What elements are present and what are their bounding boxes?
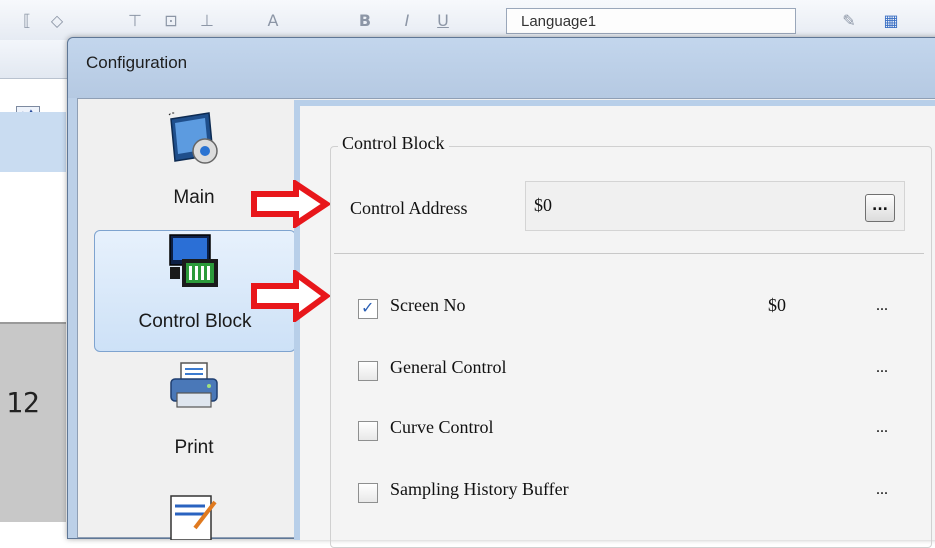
italic-icon[interactable]: I	[396, 10, 418, 32]
control-address-field[interactable]: $0	[525, 181, 905, 231]
general-control-checkbox[interactable]	[358, 361, 378, 381]
sampling-history-buffer-label: Sampling History Buffer	[390, 479, 569, 499]
option-curve-control[interactable]: Curve Control ...	[358, 415, 918, 445]
checkmark-icon: ✓	[361, 298, 375, 317]
screen-no-value: $0	[768, 295, 786, 315]
control-address-label: Control Address	[350, 198, 468, 218]
control-address-value: $0	[534, 195, 552, 215]
screen-no-checkbox[interactable]: ✓	[358, 298, 378, 319]
control-address-browse-button[interactable]: ...	[865, 194, 895, 222]
general-control-more-button[interactable]: ...	[876, 359, 888, 377]
nav-item-print[interactable]: Print	[94, 355, 294, 475]
group-title: Control Block	[338, 133, 449, 154]
bold-icon[interactable]: B	[354, 10, 376, 32]
control-block-panel: Control Block Control Address $0 ... ✓ S…	[294, 100, 935, 548]
paint-icon[interactable]: ✎	[838, 10, 860, 32]
annotation-arrow-screen-no	[250, 268, 332, 324]
align-middle-icon[interactable]: ⊡	[160, 10, 182, 32]
language-select[interactable]: Language1	[506, 8, 796, 34]
background-sidebar-header	[0, 112, 66, 173]
background-gray-panel	[0, 322, 66, 522]
font-icon[interactable]: A	[262, 10, 284, 32]
configuration-dialog: Configuration Main Control Block Print C…	[67, 37, 935, 548]
dialog-titlebar[interactable]: Configuration	[68, 38, 935, 98]
option-screen-no[interactable]: ✓ Screen No $0 ...	[358, 293, 918, 323]
option-sampling-history-buffer[interactable]: Sampling History Buffer ...	[358, 477, 918, 507]
annotation-arrow-address	[250, 178, 332, 230]
nav-label-print: Print	[174, 437, 214, 458]
screen-no-more-button[interactable]: ...	[876, 297, 888, 315]
grid-icon[interactable]: ▦	[880, 10, 902, 32]
curve-control-more-button[interactable]: ...	[876, 419, 888, 437]
screen-no-label: Screen No	[390, 295, 466, 315]
text-frame-icon[interactable]: ⟦	[16, 10, 38, 32]
background-toolbar: ⟦ ◇ ⊤ ⊡ ⊥ A B I U Language1 ✎ ▦	[0, 0, 935, 41]
align-top-icon[interactable]: ⊤	[124, 10, 146, 32]
curve-control-label: Curve Control	[390, 417, 494, 437]
divider	[334, 253, 924, 254]
align-bottom-icon[interactable]: ⊥	[196, 10, 218, 32]
main-config-icon	[165, 109, 223, 167]
dialog-body: Main Control Block Print Control Block C…	[77, 98, 935, 548]
underline-icon[interactable]: U	[432, 10, 454, 32]
sampling-history-buffer-more-button[interactable]: ...	[876, 481, 888, 499]
control-block-icon	[166, 233, 224, 291]
nav-item-edit[interactable]	[94, 480, 294, 540]
sampling-history-buffer-checkbox[interactable]	[358, 483, 378, 503]
option-general-control[interactable]: General Control ...	[358, 355, 918, 385]
background-number-display: 12	[6, 386, 40, 419]
curve-control-checkbox[interactable]	[358, 421, 378, 441]
shape-icon[interactable]: ◇	[46, 10, 68, 32]
background-canvas	[0, 172, 66, 322]
general-control-label: General Control	[390, 357, 507, 377]
dialog-title: Configuration	[86, 53, 188, 72]
printer-icon	[165, 359, 223, 417]
edit-icon	[165, 488, 223, 540]
